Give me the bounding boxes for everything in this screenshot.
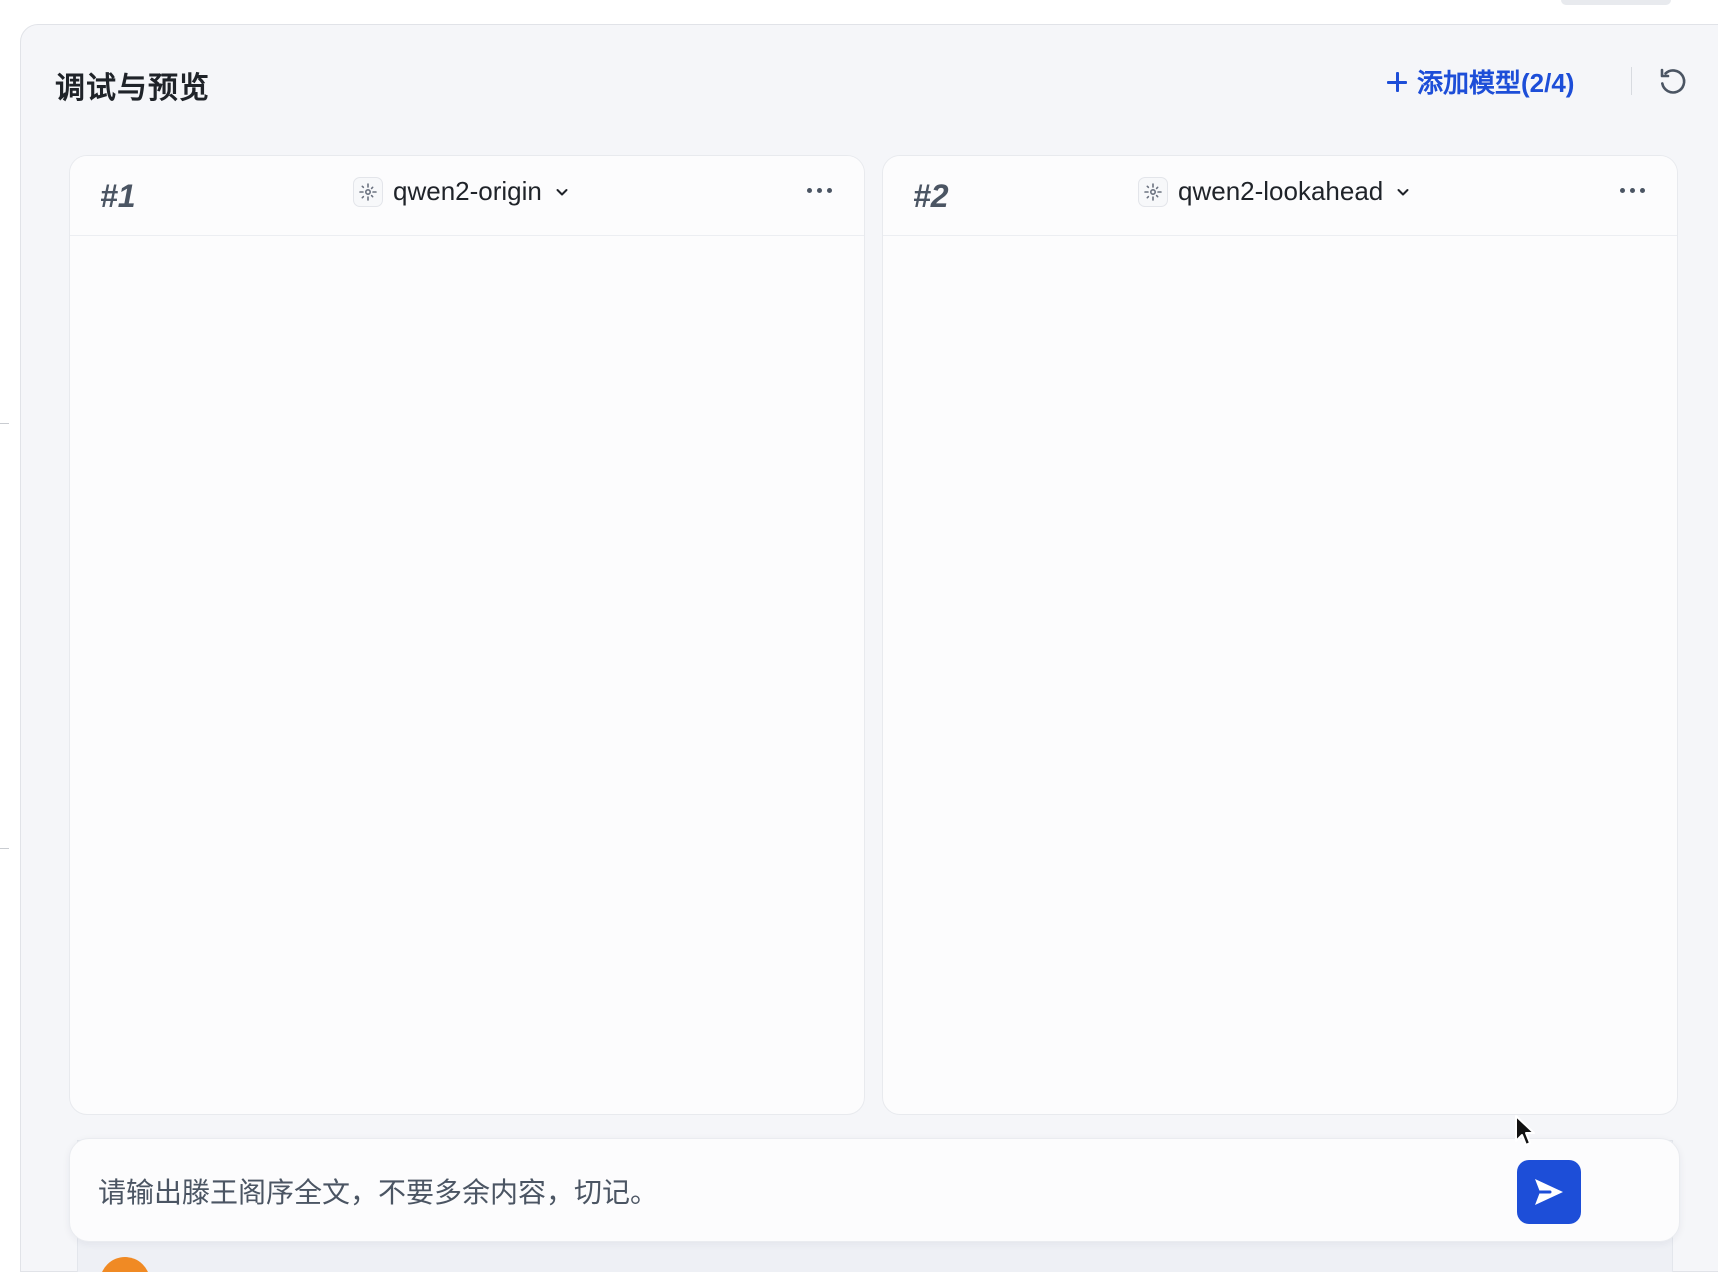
edge-tick-lower bbox=[0, 848, 9, 849]
card-header: #1 qwen2-origin bbox=[70, 156, 864, 236]
more-icon[interactable] bbox=[1618, 182, 1647, 199]
top-tab-edge bbox=[1561, 0, 1671, 5]
send-button[interactable] bbox=[1517, 1160, 1581, 1224]
model-select-dropdown[interactable]: qwen2-lookahead bbox=[1138, 176, 1411, 207]
model-name: qwen2-origin bbox=[393, 176, 542, 206]
card-header: #2 qwen2-lookahead bbox=[883, 156, 1677, 236]
chat-output-area bbox=[70, 236, 864, 1114]
add-model-label: 添加模型(2/4) bbox=[1417, 68, 1575, 98]
chevron-down-icon bbox=[1397, 188, 1409, 195]
refresh-icon[interactable] bbox=[1657, 65, 1689, 97]
model-card-2: #2 qwen2-lookahead bbox=[882, 155, 1678, 1115]
model-card-1: #1 qwen2-origin bbox=[69, 155, 865, 1115]
debug-preview-panel: 调试与预览 添加模型(2/4) #1 qwen2-origin #2 qwen2… bbox=[20, 24, 1718, 1272]
model-name: qwen2-lookahead bbox=[1178, 176, 1384, 206]
card-index: #2 bbox=[913, 178, 949, 214]
model-select-dropdown[interactable]: qwen2-origin bbox=[353, 176, 570, 207]
send-icon bbox=[1535, 1179, 1563, 1205]
panel-header: 调试与预览 添加模型(2/4) bbox=[21, 25, 1718, 135]
model-icon bbox=[353, 176, 383, 207]
header-divider bbox=[1631, 67, 1632, 95]
prompt-input[interactable]: 请输出滕王阁序全文，不要多余内容，切记。 bbox=[98, 1171, 658, 1211]
add-model-button[interactable]: 添加模型(2/4) bbox=[1387, 63, 1574, 100]
more-icon[interactable] bbox=[805, 182, 834, 199]
panel-title: 调试与预览 bbox=[55, 72, 210, 105]
chat-output-area bbox=[883, 236, 1677, 1114]
model-icon bbox=[1138, 176, 1168, 207]
edge-tick-upper bbox=[0, 423, 9, 424]
prompt-input-box[interactable]: 请输出滕王阁序全文，不要多余内容，切记。 bbox=[69, 1138, 1680, 1242]
plus-icon bbox=[1387, 71, 1407, 92]
card-index: #1 bbox=[100, 178, 136, 214]
chevron-down-icon bbox=[556, 188, 568, 195]
